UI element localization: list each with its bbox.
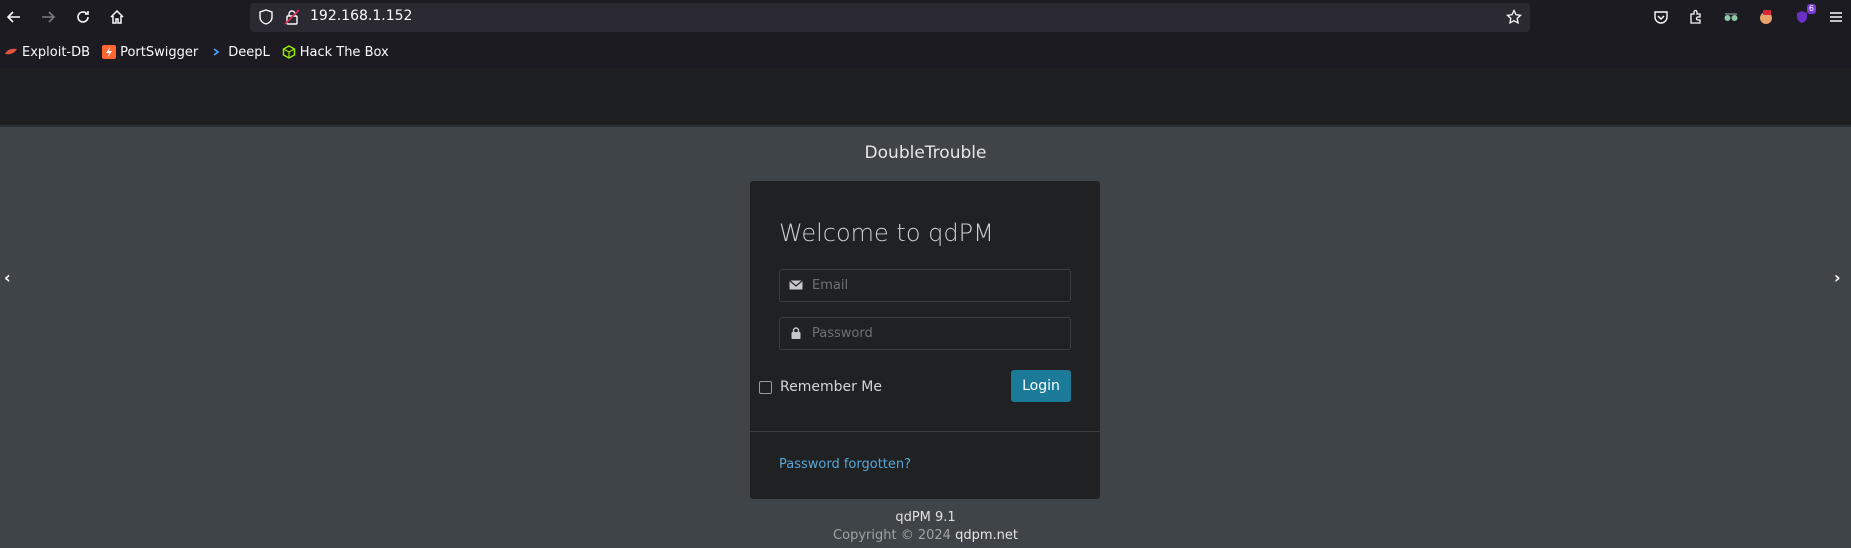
email-field[interactable] [779, 269, 1071, 302]
form-divider [750, 431, 1100, 432]
arrow-left-icon [6, 11, 20, 23]
home-icon [110, 9, 124, 24]
bookmark-label: Exploit-DB [22, 44, 91, 60]
password-field[interactable] [779, 317, 1071, 350]
url-text[interactable]: 192.168.1.152 [310, 8, 412, 24]
pocket-icon [1654, 11, 1668, 24]
envelope-icon [789, 280, 803, 290]
forward-button[interactable] [37, 6, 59, 28]
pocket-button[interactable] [1651, 7, 1671, 27]
extension-badge: 6 [1806, 4, 1816, 14]
qdpm-link[interactable]: qdpm.net [955, 528, 1018, 543]
bookmark-label: Hack The Box [299, 44, 389, 60]
password-input[interactable] [812, 318, 1062, 349]
portswigger-icon [102, 45, 117, 59]
footer-version: qdPM 9.1 [895, 510, 956, 525]
shield-icon[interactable] [258, 9, 274, 25]
bookmark-label: PortSwigger [120, 44, 199, 60]
bookmark-hackthebox[interactable]: Hack The Box [282, 45, 389, 60]
bookmarks-bar: Exploit-DB PortSwigger DeepL Hack The Bo… [0, 40, 1851, 64]
insecure-lock-icon[interactable] [284, 9, 300, 25]
remember-me-checkbox[interactable] [759, 380, 772, 394]
browser-toolbar: 192.168.1.152 6 [0, 0, 1851, 35]
exploit-db-icon [4, 45, 18, 59]
bookmark-star-icon[interactable] [1506, 9, 1522, 25]
arrow-right-icon [42, 11, 56, 23]
menu-button[interactable] [1826, 7, 1846, 27]
extension-glasses[interactable] [1721, 7, 1741, 27]
reload-button[interactable] [72, 6, 94, 28]
header-divider [0, 125, 1851, 127]
right-scroll-arrow[interactable]: › [1834, 268, 1844, 287]
login-heading: Welcome to qdPM [779, 219, 994, 247]
email-input[interactable] [812, 270, 1062, 301]
app-header [0, 68, 1851, 126]
bookmark-deepl[interactable]: DeepL [210, 45, 270, 60]
copyright-text: Copyright © 2024 [833, 528, 951, 543]
bookmark-label: DeepL [228, 44, 270, 60]
password-forgotten-link[interactable]: Password forgotten? [779, 457, 911, 472]
cookie-icon [1760, 10, 1772, 24]
login-button[interactable]: Login [1011, 370, 1071, 402]
reload-icon [77, 11, 89, 23]
site-title: DoubleTrouble [864, 143, 987, 163]
puzzle-icon [1690, 9, 1701, 24]
extensions-button[interactable] [1686, 7, 1706, 27]
back-button[interactable] [3, 6, 25, 28]
deepl-icon [210, 45, 224, 59]
footer-copyright: Copyright © 2024 qdpm.net [0, 528, 1851, 543]
remember-me[interactable]: Remember Me [759, 379, 882, 395]
hamburger-menu-icon [1830, 12, 1842, 22]
home-button[interactable] [106, 6, 128, 28]
bookmark-exploit-db[interactable]: Exploit-DB [4, 45, 90, 60]
lock-icon [791, 327, 801, 339]
bookmark-portswigger[interactable]: PortSwigger [102, 45, 198, 60]
left-scroll-arrow[interactable]: ‹ [4, 268, 14, 287]
extension-cookie[interactable] [1756, 7, 1776, 27]
glasses-icon [1724, 13, 1738, 21]
extension-shield[interactable]: 6 [1792, 4, 1816, 27]
browser-chrome: 192.168.1.152 6 Exploit-DB PortSwigger D… [0, 0, 1851, 68]
hackthebox-icon [282, 45, 296, 59]
login-form: Welcome to qdPM Remember Me Login Passwo… [750, 181, 1100, 499]
url-bar[interactable]: 192.168.1.152 [250, 3, 1530, 32]
remember-me-label[interactable]: Remember Me [780, 379, 882, 395]
